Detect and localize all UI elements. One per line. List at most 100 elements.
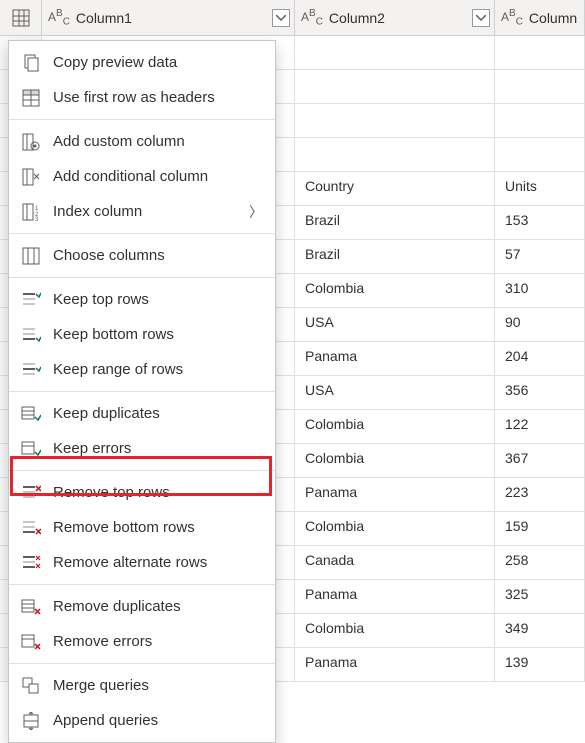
menu-separator xyxy=(9,119,275,120)
cell-col3[interactable]: 153 xyxy=(495,206,585,240)
menu-label: Use first row as headers xyxy=(53,89,263,106)
cell-col3[interactable] xyxy=(495,36,585,70)
menu-copy-preview-data[interactable]: Copy preview data xyxy=(9,45,275,80)
menu-label: Keep bottom rows xyxy=(53,326,263,343)
cell-col2[interactable] xyxy=(295,36,495,70)
cell-col2[interactable] xyxy=(295,104,495,138)
cell-col3[interactable]: 367 xyxy=(495,444,585,478)
keep-errors-icon xyxy=(21,441,41,457)
merge-icon xyxy=(22,677,40,695)
menu-keep-bottom-rows[interactable]: Keep bottom rows xyxy=(9,317,275,352)
cell-col2[interactable]: Colombia xyxy=(295,444,495,478)
remove-alternate-icon xyxy=(21,555,41,571)
cell-col3[interactable]: 310 xyxy=(495,274,585,308)
cell-col3[interactable] xyxy=(495,138,585,172)
column-label: Column2 xyxy=(329,10,385,26)
menu-remove-top-rows[interactable]: Remove top rows xyxy=(9,475,275,510)
svg-text:3: 3 xyxy=(35,217,39,221)
headers-icon xyxy=(22,89,40,107)
menu-add-custom-column[interactable]: Add custom column xyxy=(9,124,275,159)
cell-col2[interactable]: Brazil xyxy=(295,206,495,240)
menu-label: Index column xyxy=(53,203,249,220)
cell-col3[interactable]: 122 xyxy=(495,410,585,444)
menu-label: Add custom column xyxy=(53,133,263,150)
cell-col2[interactable]: Panama xyxy=(295,580,495,614)
cell-col2[interactable]: Colombia xyxy=(295,274,495,308)
menu-use-first-row-as-headers[interactable]: Use first row as headers xyxy=(9,80,275,115)
cell-col3[interactable]: 90 xyxy=(495,308,585,342)
cell-col2[interactable]: Panama xyxy=(295,342,495,376)
menu-label: Remove duplicates xyxy=(53,598,263,615)
chevron-down-icon xyxy=(476,15,486,21)
add-column-gear-icon xyxy=(22,133,40,151)
cell-col2[interactable] xyxy=(295,70,495,104)
menu-label: Remove bottom rows xyxy=(53,519,263,536)
menu-add-conditional-column[interactable]: Add conditional column xyxy=(9,159,275,194)
cell-col3[interactable]: 57 xyxy=(495,240,585,274)
menu-remove-errors[interactable]: Remove errors xyxy=(9,624,275,659)
cell-col3[interactable] xyxy=(495,70,585,104)
menu-separator xyxy=(9,663,275,664)
cell-col2[interactable]: Colombia xyxy=(295,410,495,444)
keep-bottom-icon xyxy=(21,327,41,343)
column-header-2[interactable]: ABC Column2 xyxy=(295,0,495,35)
menu-label: Append queries xyxy=(53,712,263,729)
table-corner-button[interactable] xyxy=(0,0,42,35)
menu-index-column[interactable]: 123 Index column 〉 xyxy=(9,194,275,229)
cell-col2[interactable] xyxy=(295,138,495,172)
cell-col3[interactable]: 159 xyxy=(495,512,585,546)
text-type-icon: ABC xyxy=(48,8,70,27)
choose-columns-icon xyxy=(22,247,40,265)
cell-col3[interactable]: 204 xyxy=(495,342,585,376)
cell-col2[interactable]: Canada xyxy=(295,546,495,580)
cell-col2[interactable]: Panama xyxy=(295,478,495,512)
text-type-icon: ABC xyxy=(301,8,323,27)
cell-col2[interactable]: Brazil xyxy=(295,240,495,274)
cell-col3[interactable]: 258 xyxy=(495,546,585,580)
chevron-down-icon xyxy=(276,15,286,21)
menu-label: Remove top rows xyxy=(53,484,263,501)
cell-col2[interactable]: USA xyxy=(295,376,495,410)
menu-remove-duplicates[interactable]: Remove duplicates xyxy=(9,589,275,624)
menu-choose-columns[interactable]: Choose columns xyxy=(9,238,275,273)
column-header-3[interactable]: ABC Column xyxy=(495,0,585,35)
column-label: Column1 xyxy=(76,10,132,26)
cell-col2[interactable]: USA xyxy=(295,308,495,342)
menu-label: Remove alternate rows xyxy=(53,554,263,571)
menu-keep-top-rows[interactable]: Keep top rows xyxy=(9,282,275,317)
menu-label: Keep range of rows xyxy=(53,361,263,378)
cell-col3[interactable]: 139 xyxy=(495,648,585,682)
menu-label: Copy preview data xyxy=(53,54,263,71)
column-label: Column xyxy=(529,10,577,26)
cell-col2[interactable]: Country xyxy=(295,172,495,206)
cell-col2[interactable]: Colombia xyxy=(295,614,495,648)
cell-col3[interactable]: 349 xyxy=(495,614,585,648)
menu-remove-alternate-rows[interactable]: Remove alternate rows xyxy=(9,545,275,580)
cell-col2[interactable]: Panama xyxy=(295,648,495,682)
cell-col3[interactable]: Units xyxy=(495,172,585,206)
column-header-1[interactable]: ABC Column1 xyxy=(42,0,295,35)
menu-keep-errors[interactable]: Keep errors xyxy=(9,431,275,466)
menu-keep-duplicates[interactable]: Keep duplicates xyxy=(9,396,275,431)
filter-dropdown[interactable] xyxy=(272,9,290,27)
remove-bottom-icon xyxy=(21,520,41,536)
menu-append-queries[interactable]: Append queries xyxy=(9,703,275,738)
remove-top-icon xyxy=(21,485,41,501)
cell-col3[interactable]: 223 xyxy=(495,478,585,512)
cell-col3[interactable]: 356 xyxy=(495,376,585,410)
copy-icon xyxy=(22,54,40,72)
cell-col3[interactable]: 325 xyxy=(495,580,585,614)
remove-errors-icon xyxy=(21,634,41,650)
cell-col2[interactable]: Colombia xyxy=(295,512,495,546)
filter-dropdown[interactable] xyxy=(472,9,490,27)
table-header: ABC Column1 ABC Column2 ABC Column xyxy=(0,0,585,36)
cell-col3[interactable] xyxy=(495,104,585,138)
menu-remove-bottom-rows[interactable]: Remove bottom rows xyxy=(9,510,275,545)
keep-duplicates-icon xyxy=(21,406,41,422)
table-context-menu: Copy preview data Use first row as heade… xyxy=(8,40,276,743)
menu-keep-range-of-rows[interactable]: Keep range of rows xyxy=(9,352,275,387)
menu-merge-queries[interactable]: Merge queries xyxy=(9,668,275,703)
menu-label: Add conditional column xyxy=(53,168,263,185)
menu-label: Keep errors xyxy=(53,440,263,457)
conditional-column-icon xyxy=(22,168,40,186)
